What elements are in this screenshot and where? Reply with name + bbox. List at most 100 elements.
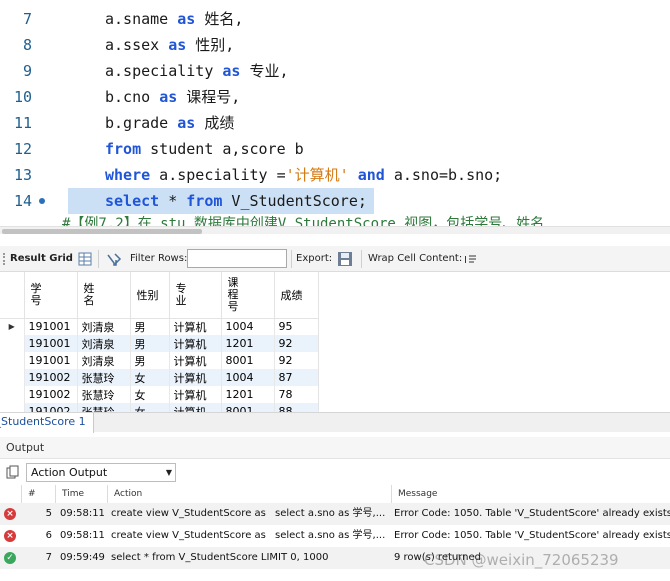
column-header[interactable]: 课程号 xyxy=(221,272,275,319)
line-number: 9 xyxy=(22,62,32,80)
cell[interactable]: 刘清泉 xyxy=(77,352,131,369)
line-number: 13 xyxy=(13,166,32,184)
line-number: 11 xyxy=(13,114,32,132)
column-header[interactable]: 学号 xyxy=(24,272,78,319)
chevron-down-icon: ▼ xyxy=(165,468,172,477)
message-column-header[interactable]: Message xyxy=(392,485,670,503)
export-label: Export: xyxy=(296,253,333,264)
cell[interactable]: 张慧玲 xyxy=(77,403,131,412)
row-marker xyxy=(0,335,25,352)
column-header[interactable]: 专业 xyxy=(169,272,222,319)
time-column-header[interactable]: Time xyxy=(56,485,108,503)
cell[interactable]: 女 xyxy=(130,369,170,386)
cell[interactable]: 191002 xyxy=(24,403,78,412)
result-table: 学号 姓名 性别 专业 课程号 成绩 ▶ 191001 刘清泉 男 计算机 10… xyxy=(0,272,319,412)
cell[interactable]: 刘清泉 xyxy=(77,335,131,352)
table-row[interactable]: 191002 张慧玲 女 计算机 1004 87 xyxy=(0,369,319,386)
scrollbar-thumb[interactable] xyxy=(2,229,202,234)
tab-v-studentscore-1[interactable]: V_StudentScore 1 xyxy=(0,413,94,433)
table-row[interactable]: 191002 张慧玲 女 计算机 8001 88 xyxy=(0,403,319,412)
current-row-arrow-icon: ▶ xyxy=(0,318,25,335)
cell[interactable]: 87 xyxy=(274,369,319,386)
cell[interactable]: 计算机 xyxy=(169,335,222,352)
editor-horizontal-scrollbar[interactable] xyxy=(0,226,670,234)
cell[interactable]: 1004 xyxy=(221,318,275,335)
cell[interactable]: 191001 xyxy=(24,352,78,369)
cell[interactable]: 刘清泉 xyxy=(77,318,131,335)
filter-rows-input[interactable] xyxy=(187,249,287,268)
cell[interactable]: 1201 xyxy=(221,335,275,352)
toolbar-divider xyxy=(98,250,99,268)
line-number: 7 xyxy=(22,10,32,28)
cell[interactable]: 男 xyxy=(130,335,170,352)
filter-rows-label: Filter Rows: xyxy=(130,253,188,264)
copy-output-icon[interactable] xyxy=(6,465,20,479)
result-grid[interactable]: 学号 姓名 性别 专业 课程号 成绩 ▶ 191001 刘清泉 男 计算机 10… xyxy=(0,272,320,412)
error-icon: × xyxy=(4,508,16,520)
code-line-9: 9 a.speciality as 专业, xyxy=(0,58,670,84)
cell[interactable]: 78 xyxy=(274,386,319,403)
column-header[interactable]: 姓名 xyxy=(77,272,131,319)
row-marker-header xyxy=(0,272,25,319)
code-line-10: 10 b.cno as 课程号, xyxy=(0,84,670,110)
cell[interactable]: 1004 xyxy=(221,369,275,386)
table-row[interactable]: ▶ 191001 刘清泉 男 计算机 1004 95 xyxy=(0,318,319,335)
toolbar-divider xyxy=(291,250,292,268)
wrap-text-icon[interactable]: I xyxy=(464,253,477,265)
cell[interactable]: 88 xyxy=(274,403,319,412)
cell[interactable]: 191002 xyxy=(24,369,78,386)
grid-form-icon[interactable] xyxy=(78,252,92,266)
cell[interactable]: 92 xyxy=(274,335,319,352)
output-row[interactable]: × 5 09:58:11 create view V_StudentScore … xyxy=(0,503,670,525)
code-line-12: 12 from student a,score b xyxy=(0,136,670,162)
cell[interactable]: 191001 xyxy=(24,335,78,352)
wrap-cell-content-label: Wrap Cell Content: xyxy=(368,253,463,264)
error-icon: × xyxy=(4,530,16,542)
cell[interactable]: 计算机 xyxy=(169,352,222,369)
table-row[interactable]: 191001 刘清泉 男 计算机 1201 92 xyxy=(0,335,319,352)
table-row[interactable]: 191001 刘清泉 男 计算机 8001 92 xyxy=(0,352,319,369)
cell[interactable]: 191002 xyxy=(24,386,78,403)
cell[interactable]: 191001 xyxy=(24,318,78,335)
cell[interactable]: 计算机 xyxy=(169,403,222,412)
export-save-icon[interactable] xyxy=(337,251,353,267)
cell[interactable]: 计算机 xyxy=(169,318,222,335)
watermark: CSDN @weixin_72065239 xyxy=(424,551,619,569)
action-column-header[interactable]: Action xyxy=(108,485,392,503)
sql-editor[interactable]: 7 a.sname as 姓名, 8 a.ssex as 性别, 9 a.spe… xyxy=(0,0,670,234)
table-row[interactable]: 191002 张慧玲 女 计算机 1201 78 xyxy=(0,386,319,403)
result-grid-button[interactable]: Result Grid xyxy=(10,246,73,272)
grid-right-border xyxy=(318,272,319,410)
cell[interactable]: 计算机 xyxy=(169,369,222,386)
result-toolbar: Result Grid Filter Rows: Export: Wrap Ce… xyxy=(0,246,670,272)
cell[interactable]: 8001 xyxy=(221,403,275,412)
line-number: 8 xyxy=(22,36,32,54)
cell[interactable]: 计算机 xyxy=(169,386,222,403)
code-line-11: 11 b.grade as 成绩 xyxy=(0,110,670,136)
cell[interactable]: 92 xyxy=(274,352,319,369)
row-marker xyxy=(0,369,25,386)
output-type-select[interactable]: Action Output ▼ xyxy=(26,463,176,482)
cell[interactable]: 8001 xyxy=(221,352,275,369)
cell[interactable]: 女 xyxy=(130,403,170,412)
current-statement-dot-icon xyxy=(39,198,45,204)
code-line-14: 14 select * from V_StudentScore; xyxy=(0,188,670,214)
output-row[interactable]: × 6 09:58:11 create view V_StudentScore … xyxy=(0,525,670,547)
num-column-header[interactable]: # xyxy=(22,485,56,503)
cell[interactable]: 男 xyxy=(130,352,170,369)
cell[interactable]: 张慧玲 xyxy=(77,386,131,403)
toolbar-divider xyxy=(361,250,362,268)
column-header[interactable]: 成绩 xyxy=(274,272,319,319)
cell[interactable]: 男 xyxy=(130,318,170,335)
cell[interactable]: 1201 xyxy=(221,386,275,403)
svg-text:I: I xyxy=(464,255,467,265)
row-marker xyxy=(0,352,25,369)
cell[interactable]: 张慧玲 xyxy=(77,369,131,386)
filter-icon[interactable] xyxy=(106,252,122,266)
column-header[interactable]: 性别 xyxy=(130,272,170,319)
code-line-13: 13 where a.speciality ='计算机' and a.sno=b… xyxy=(0,162,670,188)
code-line-8: 8 a.ssex as 性别, xyxy=(0,32,670,58)
cell[interactable]: 女 xyxy=(130,386,170,403)
line-number: 12 xyxy=(13,140,32,158)
cell[interactable]: 95 xyxy=(274,318,319,335)
